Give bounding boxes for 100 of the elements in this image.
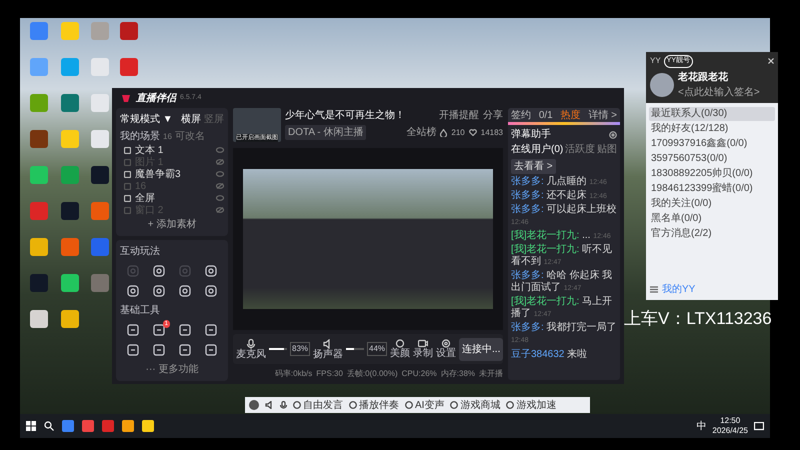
app-icon[interactable]	[60, 94, 79, 112]
app-icon[interactable]	[60, 274, 79, 292]
avatar	[650, 72, 674, 96]
scene-item[interactable]: 魔兽争霸3	[135, 166, 212, 182]
rename-hint: 可改名	[174, 130, 205, 144]
header-item[interactable]: 热度	[560, 108, 581, 122]
taskbar-app-icon[interactable]	[142, 420, 154, 432]
window-title: YY	[650, 55, 661, 68]
contact-group[interactable]: 3597560753(0/0)	[649, 152, 775, 166]
toolbar-button[interactable]: 播放伴奏	[349, 398, 399, 412]
avatar	[249, 400, 259, 410]
input-method-indicator[interactable]: 中	[696, 418, 706, 434]
panel-tab[interactable]: 活跃度	[565, 142, 596, 157]
taskbar-app-icon[interactable]	[62, 420, 74, 432]
heat-count: 210	[451, 126, 465, 138]
app-icon[interactable]	[60, 202, 79, 220]
eye-icon	[216, 171, 224, 177]
panel-title: 弹幕助手	[511, 128, 551, 142]
header-item[interactable]: 详情 >	[588, 108, 617, 122]
reminder-button[interactable]: 开播提醒	[439, 108, 479, 123]
connect-button[interactable]: 连接中...	[459, 338, 504, 360]
eye-off-icon	[216, 207, 224, 213]
clock[interactable]: 12:50 2026/4/25	[712, 416, 748, 436]
taskbar-app-icon[interactable]	[122, 420, 134, 432]
status-item: 未开播	[479, 368, 503, 380]
camera-icon	[418, 339, 428, 348]
likes-count: 14183	[480, 126, 503, 138]
settings-icon[interactable]	[609, 130, 617, 138]
share-button[interactable]: 分享	[483, 108, 503, 123]
add-source-button[interactable]: + 添加素材	[148, 217, 196, 232]
device-label: 扬声器	[313, 348, 344, 360]
volume-reading: 83%	[290, 342, 310, 356]
volume-reading: 44%	[367, 342, 388, 356]
status-item: 内存:38%	[440, 368, 475, 380]
contact-group[interactable]: 黑名单(0/0)	[649, 212, 775, 226]
circle-icon	[293, 401, 301, 409]
scenes-count: 16	[163, 130, 172, 142]
circle-icon	[506, 401, 514, 409]
windows-icon[interactable]	[26, 421, 36, 431]
scene-item[interactable]: 文本 1	[135, 142, 212, 158]
toolbar-button[interactable]: 录制	[413, 339, 434, 359]
settings-icon	[441, 339, 452, 348]
app-icon[interactable]	[91, 166, 110, 184]
more-tools-button[interactable]: ··· 更多功能	[146, 362, 198, 377]
status-item: CPU:26%	[402, 368, 437, 380]
contact-group[interactable]: 我的关注(0/0)	[649, 196, 775, 210]
taskbar-app-icon[interactable]	[82, 420, 94, 432]
heart-icon	[468, 129, 477, 136]
contact-group[interactable]: 18308892205帅贝(0/0)	[649, 166, 775, 180]
view-task-button[interactable]: 去看看 >	[511, 159, 556, 174]
header-item[interactable]: 签约	[511, 108, 531, 122]
overlay-caption: 上车V：LTX113236	[624, 308, 772, 330]
panel-tab[interactable]: 贴图	[596, 142, 617, 157]
user-name: 老花跟老花	[678, 70, 729, 84]
notification-icon[interactable]	[754, 422, 764, 430]
join-message: 豆子384632 来啦	[510, 349, 588, 361]
contact-group[interactable]: 19846123399蜜蜡(0/0)	[649, 182, 775, 196]
toolbar-button[interactable]: 美颜	[390, 339, 410, 359]
circle-icon	[450, 401, 458, 409]
category-tag[interactable]: DOTA - 休闲主播	[285, 125, 366, 140]
toolbar-button[interactable]: 游戏加速	[506, 398, 556, 412]
contact-group[interactable]: 官方消息(2/2)	[649, 226, 775, 240]
scene-item[interactable]: 全屏	[135, 190, 212, 206]
contact-group[interactable]: 最近联系人(0/30)	[649, 106, 775, 120]
status-item: FPS:30	[316, 368, 343, 380]
flame-icon	[440, 128, 448, 136]
contact-group[interactable]: 我的好友(12/128)	[649, 122, 775, 136]
microphone-icon[interactable]	[280, 400, 287, 410]
section-heading: 互动玩法	[120, 244, 161, 259]
circle-icon	[405, 401, 413, 409]
close-icon[interactable]	[768, 58, 774, 64]
taskbar-app-icon[interactable]	[102, 420, 114, 432]
signature-field[interactable]: <点此处输入签名>	[678, 84, 760, 100]
toolbar-button[interactable]: 设置	[436, 339, 456, 359]
status-item: 码率:0kb/s	[274, 368, 312, 380]
app-icon[interactable]	[30, 310, 48, 328]
search-icon[interactable]	[44, 421, 54, 431]
circle-icon	[349, 401, 357, 409]
menu-icon[interactable]	[650, 286, 658, 293]
logo-icon	[120, 92, 132, 104]
scenes-heading: 我的场景	[120, 130, 160, 144]
eye-off-icon	[216, 159, 224, 165]
mode-dropdown[interactable]: 常规模式 ▼	[120, 112, 173, 127]
toolbar-button[interactable]: AI变声	[405, 398, 444, 412]
eye-off-icon	[216, 183, 224, 189]
speaker-icon[interactable]	[265, 401, 274, 409]
toolbar-button[interactable]: 自由发言	[293, 398, 343, 412]
orientation-tab[interactable]: 横屏	[181, 112, 201, 127]
device-label: 麦克风	[236, 348, 266, 360]
status-item: 丢帧:0(0.00%)	[346, 368, 398, 380]
panel-tab[interactable]: 在线用户(0)	[511, 142, 564, 157]
app-title: 直播伴侣	[136, 92, 176, 106]
toolbar-button[interactable]: 游戏商城	[450, 398, 500, 412]
microphone-icon[interactable]	[246, 338, 256, 348]
eye-icon	[216, 147, 224, 153]
contact-group[interactable]: 1709937916鑫鑫(0/0)	[649, 136, 775, 150]
eye-icon	[216, 195, 224, 201]
app-icon[interactable]	[60, 310, 79, 328]
header-item[interactable]: 0/1	[538, 108, 553, 122]
rank-label: 全站榜	[406, 126, 436, 140]
